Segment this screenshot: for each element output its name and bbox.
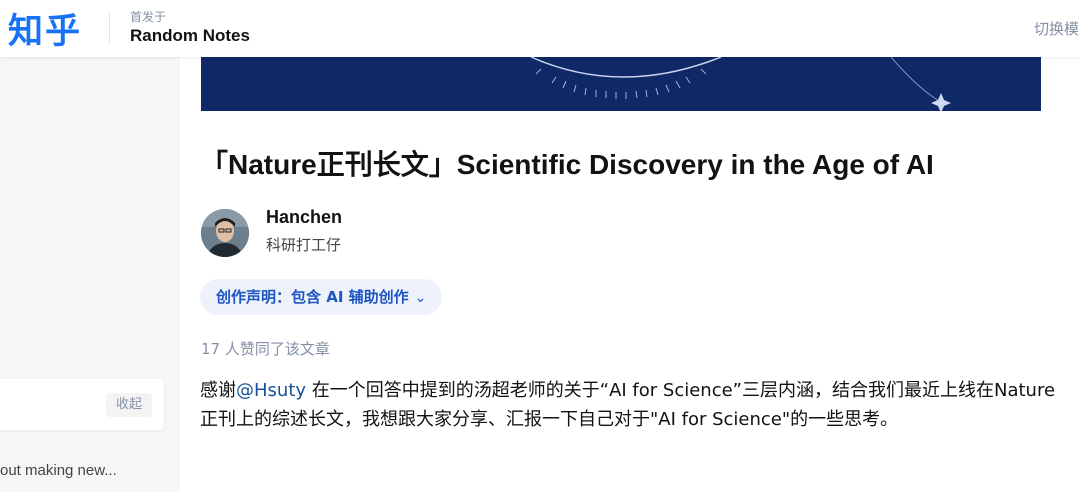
avatar-icon (201, 209, 249, 257)
switch-theme-button[interactable]: 切换模式 (1034, 18, 1080, 39)
cover-artwork (201, 57, 1041, 111)
paragraph-text-rest: 在一个回答中提到的汤超老师的关于“AI for Science”三层内涵，结合我… (200, 380, 1056, 430)
published-in-label: 首发于 (130, 10, 167, 24)
declaration-label: 创作声明：包含 AI 辅助创作 (216, 288, 409, 306)
page: 知乎 首发于 Random Notes 切换模式 收起 out making n… (0, 0, 1080, 492)
article-title: 「Nature正刊长文」Scientific Discovery in the … (200, 149, 934, 180)
sidebar-snippet[interactable]: out making new... (0, 462, 117, 479)
cover-image (201, 57, 1041, 111)
header-divider (109, 12, 110, 44)
article-column: 「Nature正刊长文」Scientific Discovery in the … (180, 57, 1080, 492)
column-name-link[interactable]: Random Notes (130, 26, 250, 46)
author-bio: 科研打工仔 (266, 236, 342, 254)
paragraph-text-start: 感谢 (200, 380, 236, 401)
author-name-link[interactable]: Hanchen (266, 207, 342, 228)
likes-count: 17 人赞同了该文章 (201, 340, 330, 358)
ai-declaration-dropdown[interactable]: 创作声明：包含 AI 辅助创作 ⌄ (200, 279, 443, 315)
zhihu-logo[interactable]: 知乎 (8, 3, 82, 54)
author-avatar[interactable] (201, 209, 249, 257)
collapse-button[interactable]: 收起 (106, 393, 152, 417)
user-mention-link[interactable]: @Hsuty (236, 380, 306, 401)
top-header: 知乎 首发于 Random Notes 切换模式 (0, 0, 1080, 57)
article-paragraph: 感谢@Hsuty 在一个回答中提到的汤超老师的关于“AI for Science… (200, 376, 1058, 434)
chevron-down-icon: ⌄ (414, 290, 427, 306)
